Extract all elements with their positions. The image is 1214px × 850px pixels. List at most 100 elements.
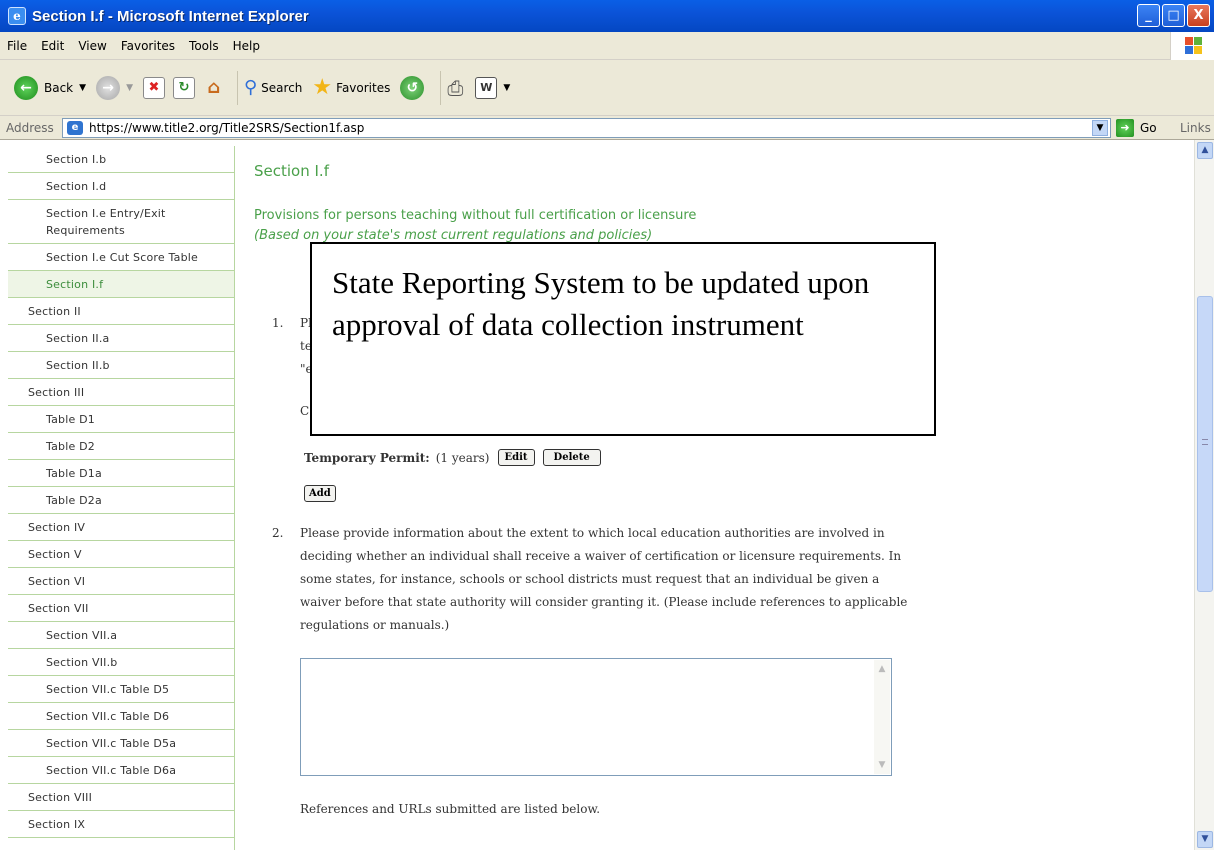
scroll-up-icon[interactable]: ▲ [876, 663, 888, 675]
search-label: Search [261, 80, 303, 95]
favorites-label: Favorites [336, 80, 391, 95]
window-title-bar[interactable]: e Section I.f - Microsoft Internet Explo… [0, 0, 1214, 32]
nav-item-section-iib[interactable]: Section II.b [8, 352, 234, 379]
back-arrow-icon: ← [14, 75, 38, 100]
history-icon[interactable]: ↺ [400, 75, 425, 100]
toolbar-separator [440, 70, 442, 105]
back-button[interactable]: ← Back ▼ [14, 75, 86, 100]
address-url: https://www.title2.org/Title2SRS/Section… [89, 121, 365, 135]
nav-item-section-ie-entry-exit[interactable]: Section I.e Entry/Exit Requirements [8, 200, 234, 244]
nav-item-section-ib[interactable]: Section I.b [8, 146, 234, 173]
home-icon[interactable]: ⌂ [203, 77, 225, 99]
minimize-button[interactable]: _ [1137, 4, 1160, 27]
forward-button[interactable]: → ▼ [96, 75, 133, 100]
permit-label: Temporary Permit: [304, 450, 430, 465]
refresh-icon[interactable]: ↻ [172, 76, 195, 99]
stop-icon[interactable]: ✖ [142, 76, 165, 99]
menu-tools[interactable]: Tools [182, 39, 226, 53]
favorites-star-icon: ★ [312, 75, 333, 100]
nav-item-section-viib[interactable]: Section VII.b [8, 649, 234, 676]
go-label: Go [1140, 121, 1157, 135]
nav-item-section-vii[interactable]: Section VII [8, 595, 234, 622]
nav-item-section-ii[interactable]: Section II [8, 298, 234, 325]
edit-dropdown-icon[interactable]: ▼ [503, 83, 510, 93]
go-arrow-icon: ➜ [1116, 119, 1134, 137]
forward-arrow-icon: → [96, 75, 121, 100]
page-subtitle-note: (Based on your state's most current regu… [254, 228, 653, 243]
nav-item-section-if[interactable]: Section I.f [8, 271, 234, 298]
scrollbar-grip-icon [1202, 439, 1208, 445]
scrollbar-thumb[interactable] [1197, 296, 1213, 592]
maximize-button[interactable]: □ [1162, 4, 1185, 27]
nav-item-table-d2[interactable]: Table D2 [8, 433, 234, 460]
word-edit-button[interactable]: W ▼ [475, 76, 510, 99]
edit-button[interactable]: Edit [497, 449, 535, 466]
back-dropdown-icon[interactable]: ▼ [79, 83, 86, 93]
address-dropdown-icon[interactable]: ▼ [1092, 120, 1108, 136]
back-label: Back [44, 80, 74, 95]
search-icon: ⚲ [243, 77, 258, 98]
links-button[interactable]: Links [1180, 121, 1211, 135]
nav-item-section-viii[interactable]: Section VIII [8, 784, 234, 811]
nav-item-section-viic-table-d5[interactable]: Section VII.c Table D5 [8, 676, 234, 703]
section-nav: Section I.b Section I.d Section I.e Entr… [8, 146, 235, 850]
address-input[interactable]: e https://www.title2.org/Title2SRS/Secti… [62, 118, 1111, 138]
nav-item-section-viic-table-d6[interactable]: Section VII.c Table D6 [8, 703, 234, 730]
delete-button[interactable]: Delete [542, 449, 601, 466]
permit-years: (1 years) [435, 450, 490, 465]
menu-view[interactable]: View [71, 39, 113, 53]
favorites-button[interactable]: ★ Favorites [312, 75, 390, 100]
permit-row: Temporary Permit: (1 years) Edit Delete [304, 449, 601, 466]
windows-logo-icon [1170, 32, 1214, 60]
nav-item-table-d2a[interactable]: Table D2a [8, 487, 234, 514]
print-icon[interactable]: ⎙ [447, 76, 463, 100]
nav-item-section-iv[interactable]: Section IV [8, 514, 234, 541]
go-button[interactable]: ➜ Go [1116, 119, 1157, 137]
nav-item-table-d1[interactable]: Table D1 [8, 406, 234, 433]
question-1-number: 1. [272, 316, 284, 330]
toolbar-separator [236, 70, 238, 105]
forward-dropdown-icon[interactable]: ▼ [126, 83, 133, 93]
nav-item-section-vi[interactable]: Section VI [8, 568, 234, 595]
page-title: Section I.f [254, 162, 329, 180]
nav-item-section-v[interactable]: Section V [8, 541, 234, 568]
menu-help[interactable]: Help [226, 39, 267, 53]
scroll-up-arrow-icon[interactable]: ▲ [1197, 142, 1213, 159]
menu-favorites[interactable]: Favorites [114, 39, 182, 53]
page-subtitle: Provisions for persons teaching without … [254, 208, 697, 223]
page-icon: e [67, 121, 83, 135]
ie-icon: e [8, 7, 26, 25]
window-title: Section I.f - Microsoft Internet Explore… [32, 7, 309, 25]
window-controls: _ □ X [1137, 4, 1210, 27]
question-2-number: 2. [272, 526, 284, 540]
scroll-down-icon[interactable]: ▼ [876, 759, 888, 771]
question-2-answer-textarea[interactable]: ▲ ▼ [300, 658, 892, 776]
textarea-scrollbar[interactable]: ▲ ▼ [874, 660, 890, 774]
update-notice-text: State Reporting System to be updated upo… [332, 265, 870, 342]
word-icon: W [475, 76, 498, 99]
nav-item-table-d1a[interactable]: Table D1a [8, 460, 234, 487]
update-notice-box: State Reporting System to be updated upo… [310, 242, 936, 436]
question-1-text-line4: C [300, 404, 310, 418]
scroll-down-arrow-icon[interactable]: ▼ [1197, 831, 1213, 848]
search-button[interactable]: ⚲ Search [244, 77, 302, 98]
close-button[interactable]: X [1187, 4, 1210, 27]
toolbar: ← Back ▼ → ▼ ✖ ↻ ⌂ ⚲ Search ★ Favorites … [0, 60, 1214, 116]
address-label: Address [6, 121, 54, 135]
address-bar: Address e https://www.title2.org/Title2S… [0, 116, 1214, 140]
references-note: References and URLs submitted are listed… [300, 802, 601, 816]
nav-item-section-id[interactable]: Section I.d [8, 173, 234, 200]
add-button[interactable]: Add [304, 485, 336, 502]
nav-item-section-ie-cut-score[interactable]: Section I.e Cut Score Table [8, 244, 234, 271]
nav-item-section-viic-table-d6a[interactable]: Section VII.c Table D6a [8, 757, 234, 784]
nav-item-section-viia[interactable]: Section VII.a [8, 622, 234, 649]
menu-bar: File Edit View Favorites Tools Help [0, 32, 1214, 60]
menu-file[interactable]: File [0, 39, 34, 53]
nav-item-section-iii[interactable]: Section III [8, 379, 234, 406]
page-scrollbar[interactable]: ▲ ▼ [1194, 140, 1214, 850]
menu-edit[interactable]: Edit [34, 39, 71, 53]
nav-item-section-viic-table-d5a[interactable]: Section VII.c Table D5a [8, 730, 234, 757]
question-2-text: Please provide information about the ext… [300, 526, 908, 632]
nav-item-section-ix[interactable]: Section IX [8, 811, 234, 838]
nav-item-section-iia[interactable]: Section II.a [8, 325, 234, 352]
